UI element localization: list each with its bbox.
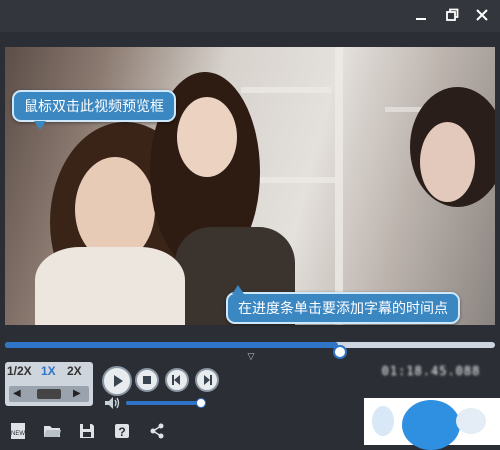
tooltip-progress-click: 在进度条单击要添加字幕的时间点 [226,285,460,324]
help-button[interactable]: ? [112,421,132,441]
shelf-decoration [255,177,335,183]
progress-handle[interactable] [333,345,348,359]
next-icon [204,375,212,385]
new-icon: NEW [11,423,25,439]
next-button[interactable] [195,368,219,392]
svg-text:NEW: NEW [11,431,25,437]
restore-button[interactable] [440,4,464,28]
maximize-icon [446,8,459,21]
speed-step-right-button[interactable]: ▶ [73,388,81,399]
volume-icon[interactable] [104,396,122,410]
volume-slider[interactable] [126,398,207,408]
sweater [35,247,185,325]
watermark-overlay [364,398,500,450]
previous-icon [172,375,180,385]
watermark-shape [456,408,486,434]
stop-icon [143,376,151,384]
watermark-shape [402,400,460,450]
share-button[interactable] [147,421,167,441]
svg-text:?: ? [118,425,125,439]
speed-half-button[interactable]: 1/2X [7,364,32,378]
tooltip-double-click: 鼠标双击此视频预览框 [12,90,176,130]
save-icon [80,424,94,438]
speed-1x-button[interactable]: 1X [41,364,56,378]
tooltip-tail [34,121,46,130]
video-preview[interactable] [5,47,495,325]
stop-button[interactable] [135,368,159,392]
progress-track[interactable] [5,342,495,359]
tooltip-text: 在进度条单击要添加字幕的时间点 [238,300,448,316]
chevron-down-icon[interactable]: ▽ [242,352,260,361]
shelf-decoration [241,87,331,93]
play-button[interactable] [102,366,132,396]
progress-fill [5,342,339,348]
speed-control: 1/2X 1X 2X ◀ ▶ [5,362,93,406]
volume-fill [126,401,201,405]
share-icon [150,423,164,439]
watermark-shape [372,406,394,436]
close-icon [476,9,488,21]
speed-2x-button[interactable]: 2X [67,364,82,378]
open-folder-icon [44,426,61,437]
speed-step-left-button[interactable]: ◀ [13,388,21,399]
shelf-decoration [335,47,343,325]
help-icon: ? [115,424,129,439]
close-button[interactable] [470,4,494,28]
previous-button[interactable] [165,368,189,392]
play-icon [114,375,123,387]
speed-slider[interactable]: ◀ ▶ [9,386,89,402]
tooltip-tail [232,285,244,294]
volume-handle[interactable] [196,398,207,408]
minimize-icon [416,18,426,20]
person-face [177,97,237,177]
title-bar [0,0,500,32]
minimize-button[interactable] [409,4,433,28]
timecode-display: 01:18.45.088 [381,364,481,378]
open-button[interactable] [42,421,62,441]
person-face [420,122,475,202]
new-button[interactable]: NEW [8,421,28,441]
tooltip-text: 鼠标双击此视频预览框 [24,98,164,114]
save-button[interactable] [77,421,97,441]
speed-slider-knob[interactable] [37,389,61,399]
